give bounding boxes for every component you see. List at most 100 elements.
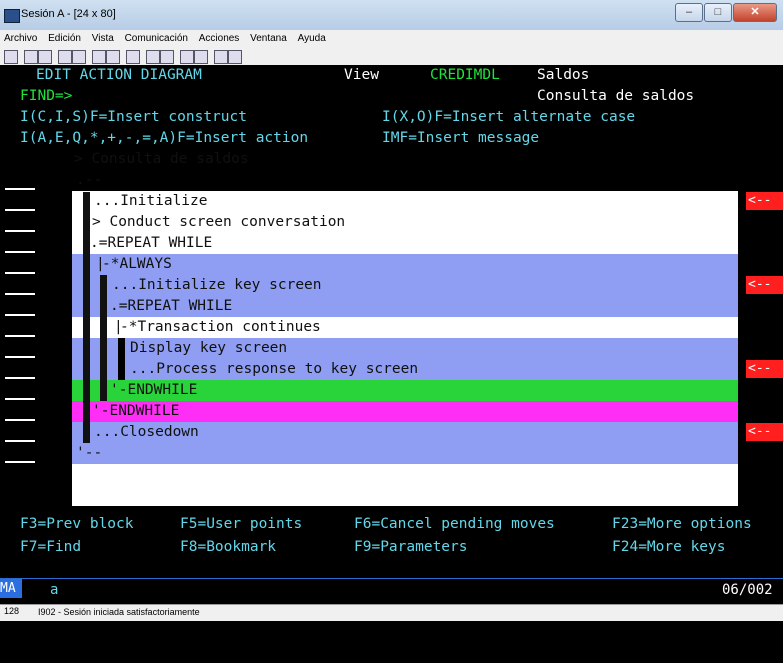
f24-key[interactable]: F24=More keys: [612, 537, 726, 558]
receive-icon[interactable]: [72, 50, 86, 64]
play-icon[interactable]: [160, 50, 174, 64]
minimize-button[interactable]: –: [675, 3, 703, 22]
diagram-line[interactable]: -*ALWAYS: [102, 254, 172, 275]
pencil-icon[interactable]: [228, 50, 242, 64]
print-icon[interactable]: [4, 50, 18, 64]
menu-acciones[interactable]: Acciones: [195, 30, 244, 44]
close-button[interactable]: ✕: [733, 3, 777, 22]
f8-key[interactable]: F8=Bookmark: [180, 537, 276, 558]
edit-icon[interactable]: [194, 50, 208, 64]
find-field[interactable]: FIND=>: [20, 86, 72, 107]
diagram-row: . .=REPEAT WHILE: [0, 296, 783, 377]
diagram-row: . Display key screen: [0, 338, 783, 419]
selection-field[interactable]: [5, 272, 35, 274]
terminal-screen[interactable]: EDIT ACTION DIAGRAM View CREDIMDL Saldos…: [0, 65, 783, 578]
selection-field[interactable]: [5, 251, 35, 253]
f6-key[interactable]: F6=Cancel pending moves: [354, 514, 555, 535]
diagram-row: > Consulta de saldos: [0, 149, 783, 212]
menu-edicion[interactable]: Edición: [44, 30, 85, 44]
diagram-row: .--: [0, 170, 783, 233]
selection-field[interactable]: [5, 440, 35, 442]
view-label: View: [344, 67, 379, 83]
marker-arrow: <--: [746, 423, 783, 441]
diagram-root: > Consulta de saldos: [74, 151, 249, 167]
diagram-name: Saldos: [537, 67, 590, 83]
screen-title: EDIT ACTION DIAGRAM: [36, 67, 202, 83]
diagram-line[interactable]: -*Transaction continues: [120, 317, 321, 338]
selection-field[interactable]: [5, 461, 35, 463]
status-bar: 128 I902 - Sesión iniciada satisfactoria…: [0, 604, 783, 621]
diagram-row: . '-ENDWHILE: [0, 401, 783, 482]
record-icon[interactable]: [146, 50, 160, 64]
diagram-row: . .=REPEAT WHILE: [0, 233, 783, 314]
diagram-row: . ...Initialize <--: [0, 191, 783, 272]
cursor-position: 06/002: [722, 582, 773, 598]
window-titlebar: Sesión A - [24 x 80] – □ ✕: [0, 0, 783, 31]
status-a: a: [50, 582, 59, 598]
copy-icon[interactable]: [24, 50, 38, 64]
diagram-line[interactable]: ...Process response to key screen: [130, 359, 418, 380]
window-controls: – □ ✕: [675, 3, 777, 22]
send-icon[interactable]: [58, 50, 72, 64]
marker-arrow: <--: [746, 192, 783, 210]
diagram-line[interactable]: ...Initialize: [94, 191, 208, 212]
diagram-line[interactable]: .=REPEAT WHILE: [110, 296, 232, 317]
operator-info-area: MA a 06/002: [0, 578, 783, 607]
diagram-row: . | -*ALWAYS: [0, 254, 783, 335]
diagram-row: . > Conduct screen conversation: [0, 212, 783, 293]
selection-field[interactable]: [5, 293, 35, 295]
diagram-subtitle: Consulta de saldos: [537, 88, 695, 104]
help-insert-alternate: I(X,O)F=Insert alternate case: [382, 109, 636, 125]
f9-key[interactable]: F9=Parameters: [354, 537, 468, 558]
selection-field[interactable]: [5, 419, 35, 421]
maximize-button[interactable]: □: [704, 3, 732, 22]
menu-vista[interactable]: Vista: [88, 30, 118, 44]
settings-icon[interactable]: [180, 50, 194, 64]
diagram-line[interactable]: .=REPEAT WHILE: [90, 233, 212, 254]
selection-field[interactable]: [5, 356, 35, 358]
diagram-line[interactable]: ...Closedown: [94, 422, 199, 443]
f3-key[interactable]: F3=Prev block: [20, 514, 134, 535]
f7-key[interactable]: F7=Find: [20, 537, 81, 558]
help-insert-message: IMF=Insert message: [382, 130, 540, 146]
menu-archivo[interactable]: Archivo: [0, 30, 41, 44]
f23-key[interactable]: F23=More options: [612, 514, 752, 535]
diagram-line[interactable]: Display key screen: [130, 338, 287, 359]
selection-field[interactable]: [5, 188, 35, 190]
selection-field[interactable]: [5, 209, 35, 211]
diagram-row: . ...Initialize key screen <--: [0, 275, 783, 356]
menu-bar: Archivo Edición Vista Comunicación Accio…: [0, 30, 783, 48]
selection-field[interactable]: [5, 314, 35, 316]
keyboard-icon[interactable]: [106, 50, 120, 64]
diagram-row: '--: [0, 443, 783, 506]
selection-field[interactable]: [5, 377, 35, 379]
toolbar: [0, 47, 783, 66]
macro-icon[interactable]: [126, 50, 140, 64]
diagram-row: . | -*Transaction continues: [0, 317, 783, 398]
diagram-row: . ...Process response to key screen <--: [0, 359, 783, 440]
paste-icon[interactable]: [38, 50, 52, 64]
display-icon[interactable]: [92, 50, 106, 64]
selection-field[interactable]: [5, 398, 35, 400]
selection-field[interactable]: [5, 230, 35, 232]
diagram-line[interactable]: > Conduct screen conversation: [92, 212, 345, 233]
marker-arrow: <--: [746, 276, 783, 294]
menu-comunicacion[interactable]: Comunicación: [121, 30, 192, 44]
ma-indicator: MA: [0, 579, 22, 598]
diagram-line[interactable]: '-ENDWHILE: [92, 401, 179, 422]
marker-arrow: <--: [746, 360, 783, 378]
window-title: Sesión A - [24 x 80]: [21, 8, 116, 20]
selection-field[interactable]: [5, 335, 35, 337]
status-message: I902 - Sesión iniciada satisfactoriament…: [38, 607, 200, 617]
diagram-row: . ...Closedown <--: [0, 422, 783, 503]
f5-key[interactable]: F5=User points: [180, 514, 302, 535]
app-icon: [4, 9, 20, 23]
menu-ayuda[interactable]: Ayuda: [294, 30, 330, 44]
menu-ventana[interactable]: Ventana: [246, 30, 291, 44]
diagram-row: . '-ENDWHILE: [0, 380, 783, 461]
help-insert-construct: I(C,I,S)F=Insert construct: [20, 109, 247, 125]
help-insert-action: I(A,E,Q,*,+,-,=,A)F=Insert action: [20, 130, 309, 146]
diagram-line[interactable]: '-ENDWHILE: [110, 380, 197, 401]
globe-icon[interactable]: [214, 50, 228, 64]
diagram-line[interactable]: ...Initialize key screen: [112, 275, 322, 296]
